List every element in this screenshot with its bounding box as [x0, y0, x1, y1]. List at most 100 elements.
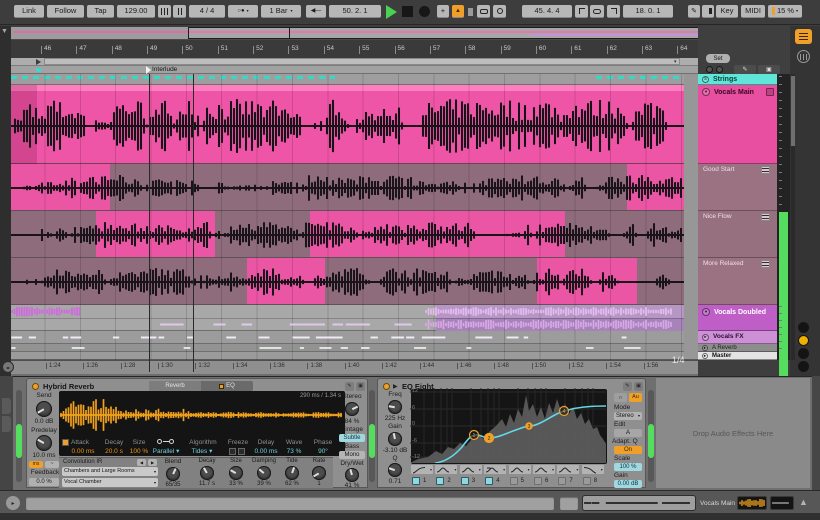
routing-icon[interactable]	[157, 437, 175, 446]
device-title[interactable]: Hybrid Reverb	[43, 382, 94, 391]
scale-value[interactable]: 100 %	[614, 463, 642, 471]
bar-number[interactable]: 48	[111, 45, 122, 54]
bar-number[interactable]: 46	[41, 45, 51, 54]
band-filter-dropdown[interactable]: ▾	[533, 465, 555, 474]
track-fold-icon[interactable]: ▸	[702, 353, 708, 359]
comped-segment[interactable]	[96, 211, 215, 257]
tap-tempo-button[interactable]: Tap	[87, 5, 114, 18]
time-signature-field[interactable]: 4 / 4	[189, 5, 225, 18]
ir-category-dropdown[interactable]: Chambers and Large Rooms ▾	[62, 467, 158, 476]
device-activator-led[interactable]	[383, 383, 390, 390]
track-header-strings[interactable]: S Strings	[698, 74, 777, 85]
link-button[interactable]: Link	[14, 5, 44, 18]
tail-knob-value[interactable]: 11.7 s	[191, 481, 223, 487]
bar-number[interactable]: 53	[288, 45, 299, 54]
sync-mode-button[interactable]: ~	[45, 461, 59, 468]
take-lane-nice-flow[interactable]	[11, 211, 684, 258]
eq-graph[interactable]: 1 234	[410, 388, 606, 463]
attack-checkbox[interactable]	[62, 439, 69, 446]
track-header-vocals-main[interactable]: ▾ Vocals Main	[698, 85, 777, 164]
nudge-up-button[interactable]	[173, 5, 186, 18]
ms-sync-button[interactable]: ms	[29, 461, 43, 468]
audition-toggle-button[interactable]: Au	[629, 393, 642, 402]
predelay-value[interactable]: 10.0 ms	[27, 452, 61, 460]
hot-swap-icon[interactable]: ✎	[345, 382, 354, 391]
algorithm-value[interactable]: Tides ▾	[185, 448, 219, 456]
status-fold-triangle-icon[interactable]: ▲	[799, 497, 808, 507]
status-play-button[interactable]: ▸	[6, 496, 20, 510]
track-fold-icon[interactable]: ▸	[702, 334, 709, 341]
cpu-meter[interactable]: 15 % ▾	[768, 5, 802, 18]
draw-automation-button[interactable]: ✎	[734, 65, 756, 74]
blend-knob[interactable]	[166, 467, 180, 481]
clip-overview-strip[interactable]	[582, 495, 696, 511]
bar-number[interactable]: 54	[323, 45, 334, 54]
tab-eq[interactable]: EQ	[201, 381, 253, 391]
blend-value[interactable]: 65/35	[158, 482, 188, 488]
device-fold-icon[interactable]: ▶	[393, 383, 398, 390]
ir-prev-button[interactable]: ◀	[137, 459, 146, 466]
back-to-arrangement-icon[interactable]	[468, 8, 473, 16]
midi-map-button[interactable]: MIDI	[741, 5, 765, 18]
loop-length-field[interactable]: 18. 0. 1	[623, 5, 673, 18]
round-toggle-button[interactable]	[798, 361, 809, 372]
delay-value[interactable]: 0.00 ms	[253, 448, 279, 456]
solo-cue-button[interactable]	[798, 322, 809, 333]
stereo-value[interactable]: 84 %	[337, 418, 367, 426]
take-lane-icon[interactable]	[761, 213, 770, 221]
bar-number[interactable]: 64	[677, 45, 688, 54]
vintage-value[interactable]: Subtle	[339, 434, 365, 442]
add-locator-button[interactable]: +	[437, 5, 449, 18]
comped-segment[interactable]	[247, 258, 325, 304]
bar-number[interactable]: 52	[253, 45, 263, 54]
key-map-button[interactable]: Key	[716, 5, 738, 18]
take-lane-header-nice-flow[interactable]: Nice Flow	[698, 211, 777, 258]
output-gain-value[interactable]: 0.00 dB	[614, 480, 642, 488]
punch-circle-button[interactable]	[716, 66, 723, 73]
freq-knob[interactable]	[388, 400, 402, 414]
fold-triangle-icon[interactable]: ▼	[1, 28, 8, 35]
hot-swap-icon[interactable]: ✎	[623, 382, 632, 391]
comped-segment[interactable]	[11, 164, 110, 210]
tail-knob[interactable]	[312, 466, 326, 480]
re-enable-automation-button[interactable]: ▲	[452, 5, 464, 18]
overview-toggle-button[interactable]	[795, 29, 812, 44]
band-enable-checkbox[interactable]	[582, 477, 591, 485]
mixer-sections-button[interactable]	[797, 50, 810, 63]
track-header-vocals-doubled[interactable]: ▾ Vocals Doubled	[698, 305, 777, 331]
bar-number[interactable]: 63	[641, 45, 652, 54]
track-fold-icon[interactable]: ▸	[702, 345, 708, 351]
q-knob[interactable]	[388, 463, 402, 477]
bar-number[interactable]: 49	[147, 45, 157, 54]
side-tab[interactable]	[2, 398, 11, 414]
punch-circle-button[interactable]	[706, 66, 713, 73]
track-lane-vocals-fx[interactable]	[11, 331, 684, 344]
punch-in-button[interactable]	[575, 5, 588, 18]
take-lane-more-relaxed[interactable]	[11, 258, 684, 305]
follow-button[interactable]: Follow	[47, 5, 84, 18]
take-lane-header-more-relaxed[interactable]: More Relaxed	[698, 258, 777, 305]
freeze-in-button[interactable]	[229, 448, 236, 455]
preview-volume-button[interactable]	[798, 335, 809, 346]
tail-knob-value[interactable]: 1	[303, 481, 335, 487]
capture-button[interactable]: ▣	[758, 65, 780, 74]
band-enable-checkbox[interactable]	[558, 477, 567, 485]
locator-row[interactable]: Interlude	[11, 66, 698, 74]
bar-number[interactable]: 57	[429, 45, 440, 54]
round-toggle-button[interactable]	[798, 348, 809, 359]
loop-brace[interactable]	[44, 58, 680, 65]
loop-start-field[interactable]: 45. 4. 4	[522, 5, 572, 18]
decay-value[interactable]: 20.0 s	[101, 448, 127, 456]
band-filter-dropdown[interactable]: ▾	[435, 465, 458, 474]
locator-flag[interactable]: Interlude	[146, 66, 177, 74]
edit-ab-button[interactable]: A	[614, 429, 642, 437]
loop-switch[interactable]	[590, 5, 604, 18]
tail-knob[interactable]	[257, 466, 271, 480]
wave-value[interactable]: 73 %	[283, 448, 305, 456]
track-fold-icon[interactable]: S	[702, 76, 709, 83]
take-lane-header-good-start[interactable]: Good Start	[698, 164, 777, 211]
track-header-a-reverb[interactable]: ▸ A Reverb	[698, 344, 777, 352]
adaptq-toggle[interactable]: On	[614, 446, 642, 454]
gain-value[interactable]: -3.10 dB	[377, 447, 413, 455]
track-lane-vocals-doubled[interactable]	[11, 305, 684, 331]
